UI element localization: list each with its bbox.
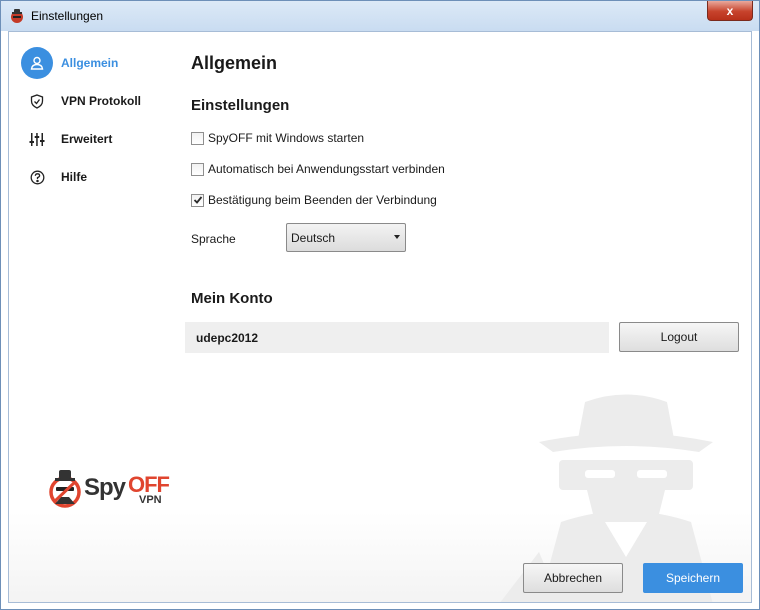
close-button[interactable]: x (707, 1, 753, 21)
language-value: Deutsch (291, 230, 336, 245)
option-label: Automatisch bei Anwendungsstart verbinde… (208, 162, 445, 176)
title-bar[interactable]: Einstellungen x (1, 1, 759, 31)
sidebar-item-label: Hilfe (61, 170, 88, 184)
option-autostart[interactable]: SpyOFF mit Windows starten (191, 130, 364, 146)
sidebar-item-label: Allgemein (61, 56, 119, 70)
username: udepc2012 (196, 330, 259, 345)
save-button[interactable]: Speichern (643, 563, 743, 593)
language-label: Sprache (191, 232, 236, 246)
window-title: Einstellungen (31, 9, 104, 23)
logout-button[interactable]: Logout (619, 322, 739, 352)
option-auto-connect[interactable]: Automatisch bei Anwendungsstart verbinde… (191, 161, 445, 177)
language-select[interactable]: Deutsch (286, 223, 406, 252)
shield-icon (21, 85, 53, 117)
logo-text-vpn: VPN (139, 494, 162, 506)
client-area: Allgemein VPN Protokoll Erweitert Hilfe … (8, 31, 752, 603)
logo-text-spy: Spy (84, 474, 126, 501)
spyoff-logo: Spy OFF VPN (47, 468, 177, 508)
logout-label: Logout (660, 330, 698, 344)
cancel-button[interactable]: Abbrechen (523, 563, 623, 593)
page-title: Allgemein (191, 53, 278, 73)
spy-app-icon (11, 9, 23, 23)
close-icon: x (726, 3, 734, 18)
sidebar-item-allgemein[interactable]: Allgemein (21, 47, 118, 79)
sidebar-item-erweitert[interactable]: Erweitert (21, 123, 112, 155)
cancel-label: Abbrechen (543, 571, 603, 585)
option-confirm-disconnect[interactable]: Bestätigung beim Beenden der Verbindung (191, 192, 437, 208)
option-label: Bestätigung beim Beenden der Verbindung (208, 193, 437, 207)
sidebar-item-label: VPN Protokoll (61, 94, 142, 108)
autostart-checkbox[interactable] (191, 131, 204, 145)
sidebar-item-label: Erweitert (61, 132, 113, 146)
confirm-disconnect-checkbox[interactable] (191, 193, 204, 207)
save-label: Speichern (665, 571, 721, 585)
auto-connect-checkbox[interactable] (191, 162, 204, 176)
sidebar-item-hilfe[interactable]: Hilfe (21, 161, 87, 193)
logo-spy-icon (49, 470, 81, 508)
option-label: SpyOFF mit Windows starten (208, 131, 365, 145)
account-username-field: udepc2012 (185, 322, 609, 353)
sidebar-item-vpn-protokoll[interactable]: VPN Protokoll (21, 85, 141, 117)
settings-window: Einstellungen x Allgemein VPN Protokoll … (0, 0, 760, 610)
account-heading: Mein Konto (191, 290, 273, 307)
help-icon (21, 161, 53, 193)
sliders-icon (21, 123, 53, 155)
chevron-down-icon (394, 235, 400, 239)
checkmark-icon (193, 196, 202, 204)
settings-heading: Einstellungen (191, 97, 290, 114)
user-icon (21, 47, 53, 79)
